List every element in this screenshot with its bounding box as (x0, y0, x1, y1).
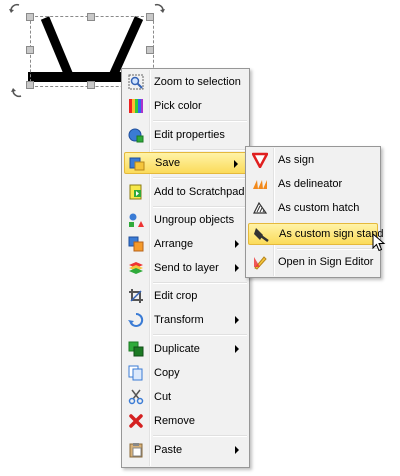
menu-item-duplicate[interactable]: Duplicate (124, 338, 247, 360)
arrange-icon (124, 233, 148, 255)
menu-item-label: Add to Scratchpad (154, 186, 245, 198)
menu-item-zoom-to-selection[interactable]: Zoom to selection (124, 71, 247, 93)
sign-icon (248, 149, 272, 171)
sign-stand-icon (249, 223, 273, 245)
menu-item-label: Edit properties (154, 129, 225, 141)
paste-icon (124, 439, 148, 461)
menu-separator (153, 177, 247, 179)
menu-item-label: Remove (154, 415, 195, 427)
menu-separator (153, 120, 247, 122)
submenu-item-as-delineator[interactable]: As delineator (248, 173, 378, 195)
mouse-pointer-icon (372, 233, 386, 252)
menu-item-remove[interactable]: Remove (124, 410, 247, 432)
zoom-selection-icon (124, 71, 148, 93)
menu-item-add-to-scratchpad[interactable]: Add to Scratchpad (124, 181, 247, 203)
resize-handle-bottom-left[interactable] (26, 81, 34, 89)
menu-separator (153, 435, 247, 437)
rotate-handle-top-right-icon[interactable] (152, 2, 166, 16)
delineator-icon (248, 173, 272, 195)
submenu-item-as-custom-sign-stand[interactable]: As custom sign stand (248, 223, 384, 245)
save-icon (125, 152, 149, 174)
resize-handle-top-middle[interactable] (87, 13, 95, 21)
menu-item-label: Arrange (154, 238, 194, 250)
layer-icon (124, 257, 148, 279)
resize-handle-middle-right[interactable] (146, 46, 154, 54)
context-menu: Zoom to selection Pick color Edit proper… (121, 68, 250, 468)
menu-item-label: Pick color (154, 100, 202, 112)
menu-item-cut[interactable]: Cut (124, 386, 247, 408)
submenu-item-label: As delineator (278, 178, 343, 190)
menu-separator (153, 334, 247, 336)
menu-item-send-to-layer[interactable]: Send to layer (124, 257, 247, 279)
submenu-item-label: Open in Sign Editor (278, 256, 374, 268)
menu-item-label: Duplicate (154, 343, 200, 355)
pick-color-icon (124, 95, 148, 117)
rotate-handle-bottom-left-icon[interactable] (10, 85, 24, 99)
menu-item-arrange[interactable]: Arrange (124, 233, 247, 255)
edit-properties-icon (124, 124, 148, 146)
ungroup-icon (124, 209, 148, 231)
menu-item-label: Send to layer (154, 262, 219, 274)
transform-icon (124, 309, 148, 331)
resize-handle-bottom-middle[interactable] (87, 81, 95, 89)
cut-icon (124, 386, 148, 408)
submenu-arrow-icon (235, 264, 239, 272)
menu-item-label: Edit crop (154, 290, 198, 302)
sign-editor-icon (248, 251, 272, 273)
scratchpad-icon (124, 181, 148, 203)
submenu-item-as-sign[interactable]: As sign (248, 149, 378, 171)
submenu-arrow-icon (235, 240, 239, 248)
submenu-item-open-in-sign-editor[interactable]: Open in Sign Editor (248, 251, 378, 273)
menu-item-edit-properties[interactable]: Edit properties (124, 124, 247, 146)
menu-item-label: Save (155, 157, 181, 169)
hatch-icon (248, 197, 272, 219)
submenu-item-label: As sign (278, 154, 315, 166)
menu-item-pick-color[interactable]: Pick color (124, 95, 247, 117)
submenu-arrow-icon (235, 316, 239, 324)
menu-separator (153, 282, 247, 284)
remove-icon (124, 410, 148, 432)
menu-separator (153, 206, 247, 208)
menu-item-save[interactable]: Save (124, 152, 247, 174)
submenu-arrow-icon (235, 345, 239, 353)
menu-item-label: Transform (154, 314, 204, 326)
menu-item-paste[interactable]: Paste (124, 439, 247, 461)
menu-separator (277, 248, 378, 250)
rotate-handle-top-left-icon[interactable] (8, 2, 22, 16)
menu-item-label: Paste (154, 444, 183, 456)
submenu-arrow-icon (235, 446, 239, 454)
resize-handle-top-left[interactable] (26, 13, 34, 21)
duplicate-icon (124, 338, 148, 360)
submenu-item-label: As custom hatch (278, 202, 360, 214)
menu-item-copy[interactable]: Copy (124, 362, 247, 384)
menu-item-label: Zoom to selection (154, 76, 241, 88)
submenu-item-label: As custom sign stand (279, 228, 384, 240)
menu-item-label: Cut (154, 391, 172, 403)
menu-item-label: Copy (154, 367, 180, 379)
submenu-arrow-icon (234, 160, 238, 168)
copy-icon (124, 362, 148, 384)
resize-handle-middle-left[interactable] (26, 46, 34, 54)
menu-item-label: Ungroup objects (154, 214, 235, 226)
menu-item-edit-crop[interactable]: Edit crop (124, 285, 247, 307)
menu-item-ungroup-objects[interactable]: Ungroup objects (124, 209, 247, 231)
menu-separator (153, 149, 247, 151)
menu-item-transform[interactable]: Transform (124, 309, 247, 331)
submenu-item-as-custom-hatch[interactable]: As custom hatch (248, 197, 378, 219)
save-submenu: As sign As delineator As custom hatch As… (245, 146, 384, 278)
crop-icon (124, 285, 148, 307)
